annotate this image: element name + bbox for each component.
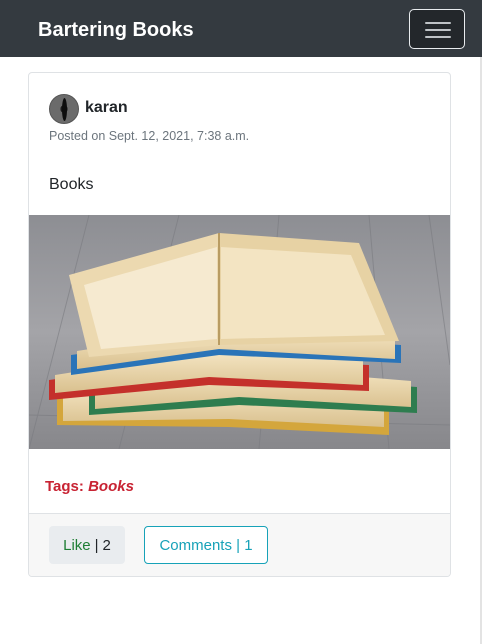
menu-toggle-button[interactable]: [409, 9, 465, 49]
post-body-text: Books: [49, 176, 94, 193]
like-separator: |: [94, 536, 99, 554]
user-avatar[interactable]: [49, 94, 79, 124]
hamburger-menu-icon: [425, 22, 451, 24]
post-timestamp: Posted on Sept. 12, 2021, 7:38 a.m.: [49, 129, 250, 143]
post-tags: Tags: Books: [45, 478, 134, 496]
tags-label: Tags:: [45, 478, 84, 495]
post-actions: Like | 2 Comments | 1: [29, 513, 450, 576]
like-label: Like: [63, 536, 91, 554]
navbar: Bartering Books: [0, 0, 482, 57]
brand-title[interactable]: Bartering Books: [38, 18, 194, 42]
post-author[interactable]: karan: [85, 98, 128, 117]
tag-link-books[interactable]: Books: [88, 478, 134, 495]
stack-of-open-books-photo: [29, 215, 450, 449]
like-button[interactable]: Like | 2: [49, 526, 125, 564]
hamburger-menu-icon-bar: [425, 29, 451, 31]
comments-button[interactable]: Comments | 1: [144, 526, 268, 564]
post-image: [29, 215, 450, 449]
like-count: 2: [102, 536, 111, 554]
hamburger-menu-icon-bar: [425, 36, 451, 38]
post-card: karan Posted on Sept. 12, 2021, 7:38 a.m…: [28, 72, 451, 577]
